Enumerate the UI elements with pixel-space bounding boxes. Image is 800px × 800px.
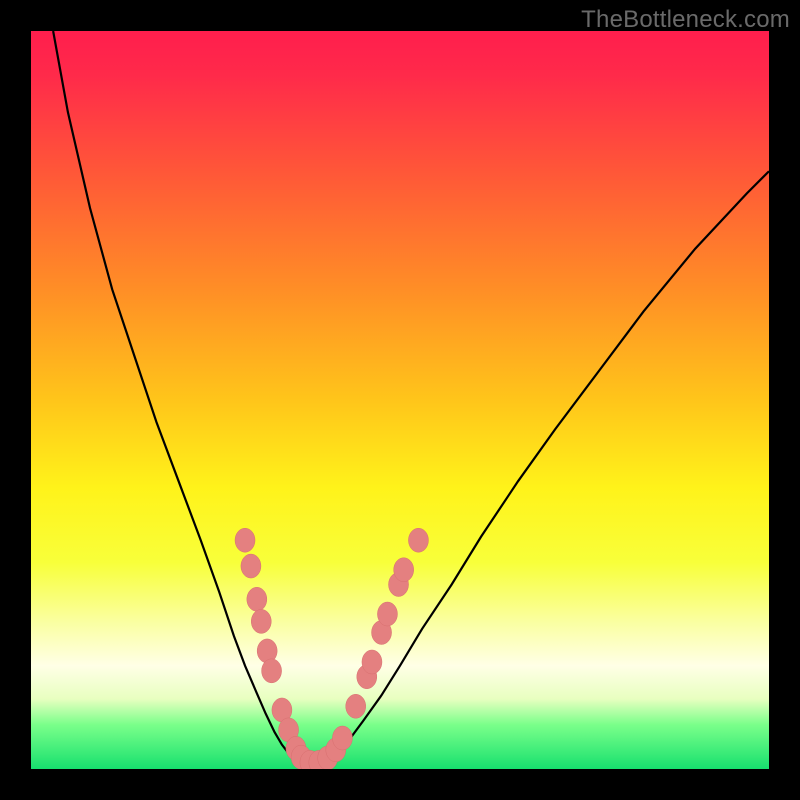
chart-background [31, 31, 769, 769]
chart-plot-area [31, 31, 769, 769]
highlight-marker [241, 554, 261, 578]
highlight-marker [394, 558, 414, 582]
highlight-marker [235, 528, 255, 552]
chart-frame: TheBottleneck.com [0, 0, 800, 800]
highlight-marker [332, 726, 352, 750]
watermark-text: TheBottleneck.com [581, 6, 790, 34]
highlight-marker [377, 602, 397, 626]
highlight-marker [362, 650, 382, 674]
highlight-marker [346, 694, 366, 718]
highlight-marker [247, 587, 267, 611]
highlight-marker [251, 609, 271, 633]
highlight-marker [408, 528, 428, 552]
chart-svg [31, 31, 769, 769]
highlight-marker [262, 659, 282, 683]
